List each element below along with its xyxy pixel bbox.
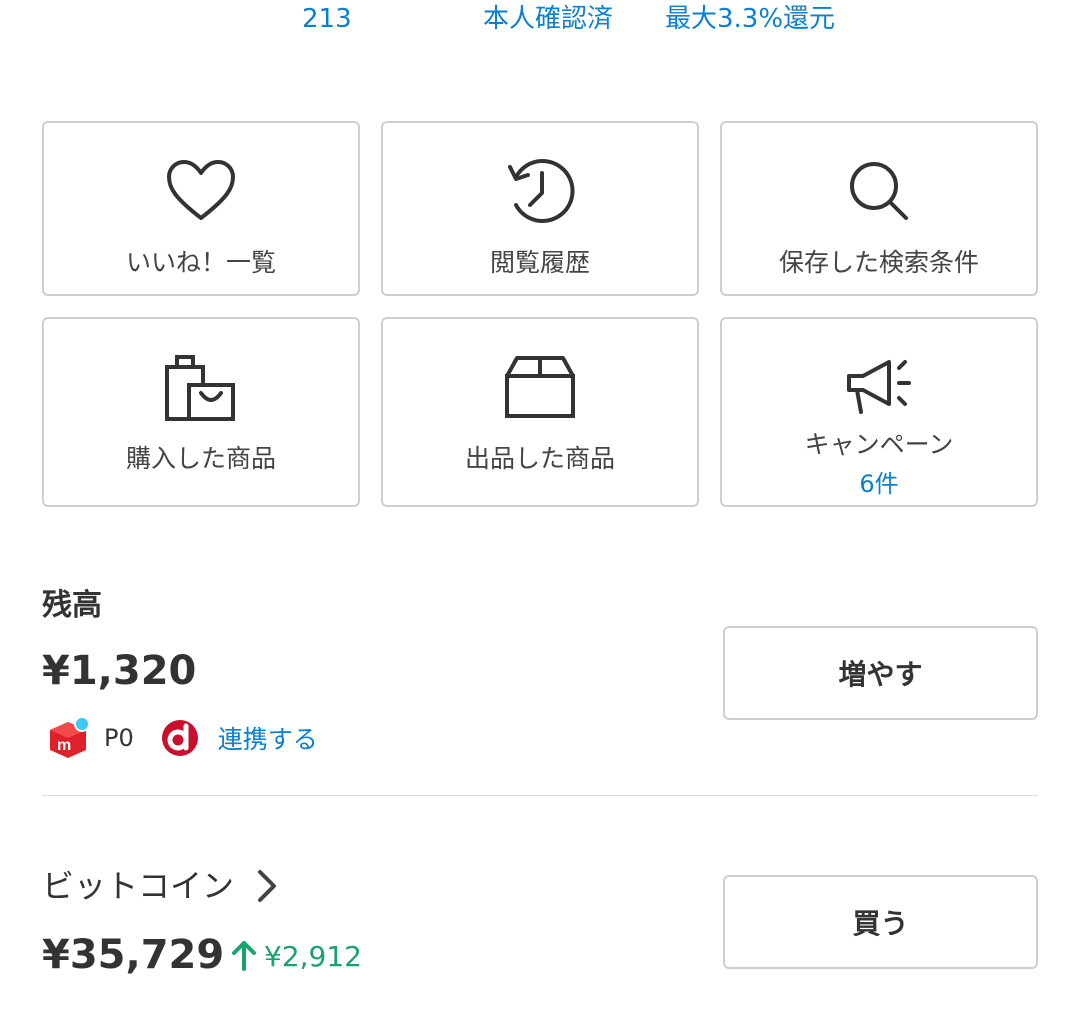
merpay-logo-icon: m — [46, 716, 90, 760]
campaign-count: 6件 — [859, 470, 899, 498]
points-row: m P0 連携する — [46, 716, 318, 760]
menu-grid: いいね！一覧 閲覧履歴 保存した検索条件 購入した商品 出品した商品 キャンペー… — [42, 121, 1038, 507]
max-return-rate[interactable]: 最大3.3%還元 — [665, 4, 835, 34]
heart-icon — [161, 151, 241, 231]
bitcoin-title: ビットコイン — [42, 867, 235, 905]
campaign-label: キャンペーン — [804, 430, 954, 459]
likes-list-label: いいね！一覧 — [125, 248, 276, 277]
bitcoin-change: ¥2,912 — [230, 936, 362, 976]
campaign-tile[interactable]: キャンペーン 6件 — [720, 317, 1038, 507]
d-point-logo-icon[interactable] — [160, 718, 200, 758]
listed-items-label: 出品した商品 — [464, 444, 615, 473]
identity-verified-status[interactable]: 本人確認済 — [483, 4, 613, 34]
account-stats-row: 213 本人確認済 最大3.3%還元 — [0, 0, 1080, 40]
search-icon — [839, 151, 919, 231]
points-value: P0 — [104, 724, 134, 752]
shopping-bag-icon — [161, 347, 241, 427]
megaphone-icon — [839, 347, 919, 427]
purchased-items-label: 購入した商品 — [125, 444, 276, 473]
purchased-items-tile[interactable]: 購入した商品 — [42, 317, 360, 507]
increase-balance-button[interactable]: 増やす — [723, 626, 1038, 720]
history-icon — [500, 151, 580, 231]
buy-bitcoin-button[interactable]: 買う — [723, 875, 1038, 969]
section-divider — [42, 795, 1038, 796]
balance-title: 残高 — [42, 588, 102, 623]
link-account-link[interactable]: 連携する — [218, 720, 318, 756]
svg-text:m: m — [57, 737, 71, 754]
browsing-history-tile[interactable]: 閲覧履歴 — [381, 121, 699, 296]
bitcoin-amount: ¥35,729 — [42, 932, 225, 978]
saved-searches-tile[interactable]: 保存した検索条件 — [720, 121, 1038, 296]
balance-amount: ¥1,320 — [42, 648, 197, 694]
likes-list-tile[interactable]: いいね！一覧 — [42, 121, 360, 296]
bitcoin-change-value: ¥2,912 — [264, 939, 362, 973]
chevron-right-icon — [258, 870, 277, 902]
saved-searches-label: 保存した検索条件 — [778, 248, 979, 277]
listed-items-tile[interactable]: 出品した商品 — [381, 317, 699, 507]
bitcoin-header[interactable]: ビットコイン — [42, 864, 280, 908]
arrow-up-icon — [232, 941, 256, 971]
browsing-history-label: 閲覧履歴 — [489, 248, 590, 277]
rating-count[interactable]: 213 — [302, 4, 352, 34]
box-icon — [500, 347, 580, 427]
